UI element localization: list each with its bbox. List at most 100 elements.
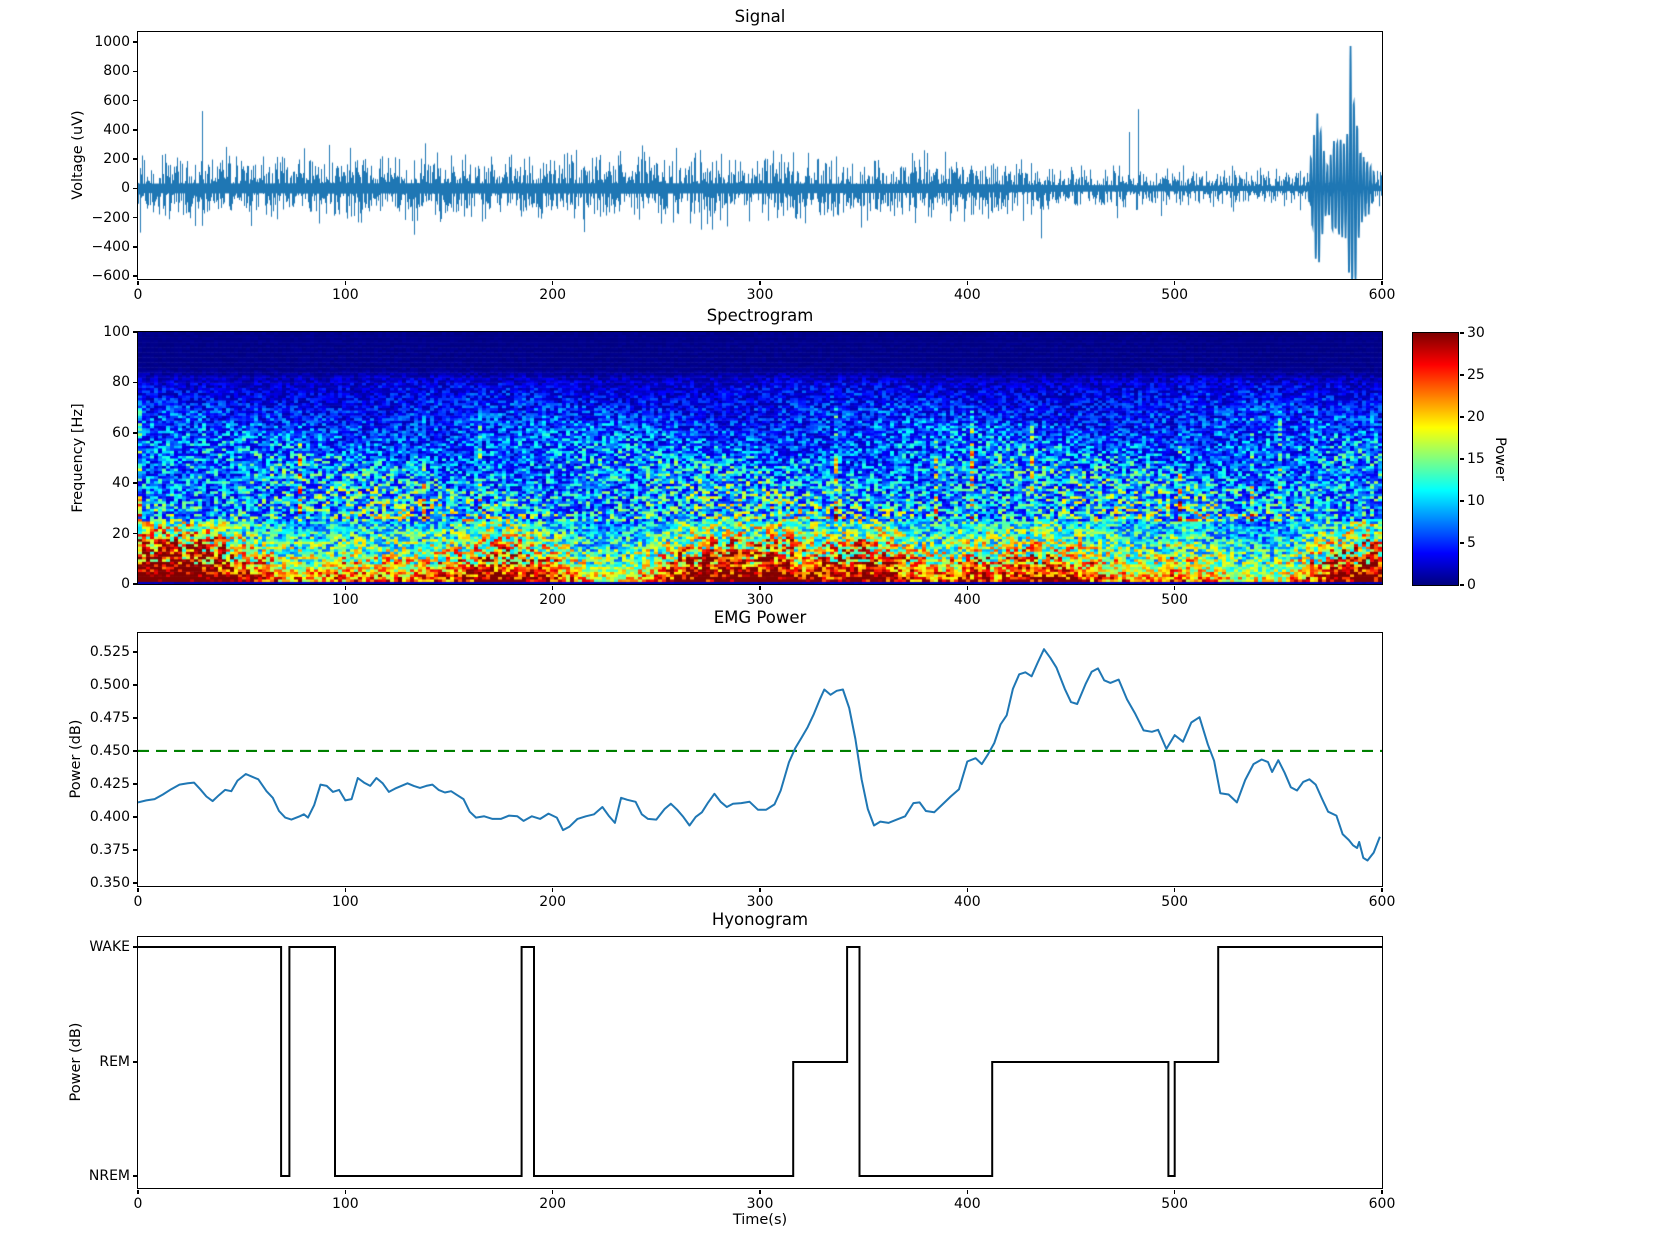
x-tick-mark <box>344 585 347 590</box>
colorbar-tick-mark <box>1459 584 1464 586</box>
x-tick-label: 400 <box>953 592 981 608</box>
signal-title: Signal <box>734 7 786 26</box>
colorbar-label: Power <box>1492 437 1508 481</box>
x-tick-mark <box>137 1189 139 1194</box>
x-tick-mark <box>551 585 554 590</box>
y-tick-mark <box>132 583 137 585</box>
y-tick-label: 0.450 <box>89 742 130 759</box>
y-tick-label: 20 <box>112 525 130 542</box>
x-tick-mark <box>137 887 139 892</box>
x-tick-mark <box>759 1189 761 1194</box>
y-tick-mark <box>132 381 137 384</box>
hypnogram-step-line <box>137 945 1382 1177</box>
y-tick-label: −600 <box>91 268 130 285</box>
emg-power-plot-area <box>136 631 1383 887</box>
y-tick-mark <box>132 275 137 277</box>
y-tick-mark <box>132 651 137 653</box>
x-tick-mark <box>1381 1189 1383 1194</box>
y-tick-mark <box>132 717 137 719</box>
x-tick-mark <box>137 280 139 285</box>
x-tick-label: 200 <box>539 592 567 608</box>
x-tick-label: 600 <box>1368 894 1396 910</box>
x-tick-label: 400 <box>953 894 981 910</box>
x-tick-label: 100 <box>331 287 359 303</box>
colorbar <box>1411 331 1459 586</box>
x-tick-mark <box>1173 280 1176 285</box>
x-tick-label: 500 <box>1161 287 1189 303</box>
y-tick-label: 0 <box>121 180 130 197</box>
emg-power-line-chart <box>137 647 1382 861</box>
x-tick-label: 300 <box>746 592 774 608</box>
colorbar-tick-mark <box>1459 416 1464 418</box>
emg-power-ylabel: Power (dB) <box>68 719 84 799</box>
x-tick-mark <box>344 1189 347 1194</box>
y-tick-label: 800 <box>103 63 130 80</box>
x-tick-label: 600 <box>1368 287 1396 303</box>
y-tick-mark <box>132 70 137 73</box>
stage-tick-label: WAKE <box>89 939 130 955</box>
y-tick-mark <box>132 482 137 484</box>
y-tick-mark <box>132 129 137 131</box>
stage-tick-label: NREM <box>88 1168 130 1184</box>
y-tick-mark <box>132 432 137 434</box>
x-tick-label: 200 <box>539 1196 567 1212</box>
x-tick-mark <box>551 887 554 892</box>
hypnogram-plot-area <box>136 935 1383 1189</box>
x-tick-mark <box>966 585 969 590</box>
x-tick-mark <box>1381 887 1383 892</box>
x-tick-mark <box>344 887 347 892</box>
y-tick-label: 0.525 <box>89 643 130 660</box>
x-tick-label: 400 <box>953 287 981 303</box>
colorbar-tick-label: 0 <box>1467 577 1476 593</box>
x-tick-label: 600 <box>1368 1196 1396 1212</box>
y-tick-mark <box>132 216 137 219</box>
colorbar-tick-mark <box>1459 332 1464 334</box>
x-tick-mark <box>1173 887 1176 892</box>
spectrogram-ylabel: Frequency [Hz] <box>70 403 86 513</box>
emg-power-curve <box>137 647 1381 861</box>
x-tick-label: 200 <box>539 894 567 910</box>
colorbar-tick-label: 10 <box>1467 493 1485 509</box>
colorbar-tick-label: 15 <box>1467 451 1485 467</box>
y-tick-label: 400 <box>103 121 130 138</box>
x-tick-label: 300 <box>746 287 774 303</box>
y-tick-label: 0.425 <box>89 775 130 792</box>
y-tick-label: 40 <box>112 475 130 492</box>
spectrogram-title: Spectrogram <box>706 306 814 325</box>
x-tick-label: 100 <box>331 894 359 910</box>
spectrogram-plot-area <box>136 330 1383 585</box>
y-tick-mark <box>132 783 137 785</box>
y-tick-mark <box>132 684 137 686</box>
y-tick-mark <box>132 158 137 160</box>
y-tick-mark <box>132 246 137 248</box>
x-tick-mark <box>1173 585 1176 590</box>
x-tick-mark <box>966 1189 969 1194</box>
y-tick-mark <box>132 816 137 818</box>
y-tick-mark <box>132 187 137 190</box>
x-tick-mark <box>1381 280 1383 285</box>
colorbar-tick-mark <box>1459 374 1464 376</box>
y-tick-label: 0.400 <box>89 808 130 825</box>
x-tick-label: 500 <box>1161 1196 1189 1212</box>
colorbar-tick-label: 20 <box>1467 409 1485 425</box>
hypnogram-ylabel: Power (dB) <box>68 1022 84 1102</box>
x-tick-label: 200 <box>539 287 567 303</box>
colorbar-tick-mark <box>1459 542 1464 544</box>
y-tick-label: 600 <box>103 92 130 109</box>
stage-tick-label: REM <box>99 1054 130 1070</box>
x-tick-label: 100 <box>331 592 359 608</box>
y-tick-mark <box>132 1061 137 1063</box>
spectrogram-heatmap <box>137 331 1382 584</box>
emg-power-title: EMG Power <box>713 608 807 627</box>
x-tick-label: 400 <box>953 1196 981 1212</box>
colorbar-gradient <box>1412 332 1458 585</box>
y-tick-label: −200 <box>91 209 130 226</box>
x-tick-label: 0 <box>133 287 143 303</box>
colorbar-tick-label: 5 <box>1467 535 1476 551</box>
x-tick-label: 500 <box>1161 592 1189 608</box>
y-tick-mark <box>132 946 137 948</box>
figure: Signal Voltage (uV) Spectrogram Frequenc… <box>0 0 1653 1240</box>
x-tick-label: 500 <box>1161 894 1189 910</box>
y-tick-label: 0.375 <box>89 841 130 858</box>
y-tick-mark <box>132 331 137 333</box>
